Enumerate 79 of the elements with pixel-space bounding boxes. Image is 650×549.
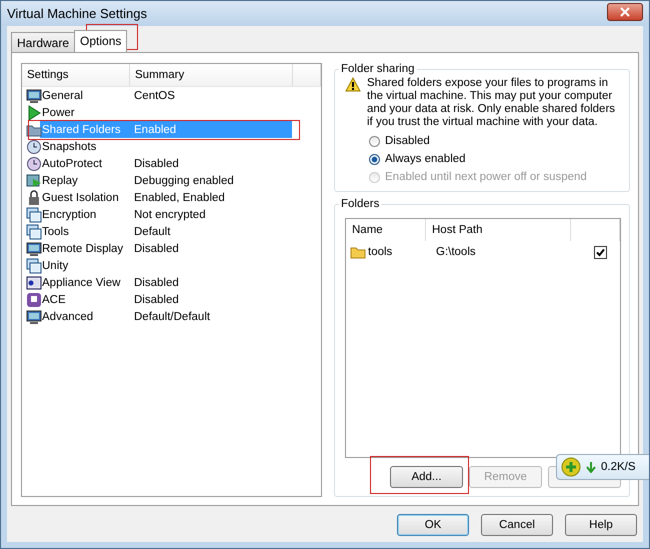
- settings-item-icon: [26, 240, 42, 256]
- group-title: Folders: [340, 198, 380, 210]
- setting-summary: Default: [134, 226, 170, 238]
- close-button[interactable]: [607, 2, 643, 20]
- settings-row[interactable]: Appliance View Disabled: [22, 274, 321, 291]
- column-header[interactable]: Settings: [22, 64, 130, 86]
- warning-text: Shared folders expose your files to programs in the virtual machine. This may put your computer and your data at risk. Only enable shared folders if you trust the virtual machine with your data.: [367, 77, 616, 129]
- setting-summary: CentOS: [134, 90, 175, 102]
- settings-row[interactable]: Encryption Not encrypted: [22, 206, 321, 223]
- clock-icon: [26, 138, 42, 154]
- settings-row[interactable]: Snapshots: [22, 138, 321, 155]
- settings-row[interactable]: Power: [22, 104, 321, 121]
- settings-row[interactable]: Guest Isolation Enabled, Enabled: [22, 189, 321, 206]
- dialog-button[interactable]: Cancel: [481, 514, 553, 536]
- settings-item-icon: [26, 224, 42, 240]
- tab[interactable]: Hardware: [11, 32, 76, 52]
- radio-button[interactable]: [369, 154, 380, 164]
- checkmark-icon: [596, 248, 605, 256]
- setting-name: Encryption: [42, 208, 98, 220]
- close-icon: [620, 6, 630, 16]
- settings-item-icon: [26, 206, 42, 222]
- setting-summary: Debugging enabled: [134, 174, 234, 186]
- setting-name: Guest Isolation: [42, 192, 120, 204]
- column-header[interactable]: Summary: [130, 64, 293, 86]
- dialog-button[interactable]: Help: [565, 514, 637, 536]
- host-path: G:\tools: [435, 246, 477, 258]
- settings-item-icon: [26, 88, 42, 104]
- settings-row[interactable]: AutoProtect Disabled: [22, 155, 321, 172]
- setting-name: Power: [42, 106, 76, 118]
- setting-name: Replay: [42, 174, 79, 186]
- settings-item-icon: [26, 308, 42, 324]
- setting-summary: Enabled, Enabled: [134, 192, 225, 204]
- download-speed: 0.2K/S: [601, 461, 636, 473]
- settings-row[interactable]: General CentOS: [22, 87, 321, 104]
- setting-summary: Enabled: [134, 124, 176, 136]
- setting-summary: Default/Default: [134, 310, 210, 322]
- setting-name: Snapshots: [42, 140, 98, 152]
- checkbox[interactable]: [594, 246, 607, 258]
- settings-row[interactable]: Tools Default: [22, 223, 321, 240]
- setting-name: Tools: [42, 226, 70, 238]
- setting-summary: Disabled: [134, 294, 179, 306]
- setting-name: Appliance View: [42, 276, 122, 288]
- settings-row[interactable]: Remote Display Disabled: [22, 240, 321, 257]
- dialog-button[interactable]: OK: [397, 514, 469, 536]
- warning-icon: [345, 77, 361, 92]
- settings-row[interactable]: ACE Disabled: [22, 291, 321, 308]
- setting-summary: Not encrypted: [134, 208, 206, 220]
- setting-name: Unity: [42, 260, 70, 272]
- settings-row[interactable]: Unity: [22, 257, 321, 274]
- settings-row[interactable]: Advanced Default/Default: [22, 308, 321, 325]
- settings-item-icon: [26, 156, 42, 172]
- setting-name: AutoProtect: [42, 158, 104, 170]
- window-title: Virtual Machine Settings: [7, 6, 147, 21]
- settings-item-icon: [26, 292, 42, 308]
- settings-row[interactable]: Replay Debugging enabled: [22, 172, 321, 189]
- lock-icon: [26, 190, 42, 206]
- settings-item-icon: [26, 258, 42, 274]
- column-header[interactable]: Name: [346, 219, 426, 241]
- radio-button[interactable]: [369, 136, 380, 146]
- column-header[interactable]: Host Path: [426, 219, 571, 241]
- setting-summary: Disabled: [134, 242, 179, 254]
- folder-row[interactable]: tools G:\tools: [346, 241, 620, 263]
- setting-summary: Disabled: [134, 158, 179, 170]
- setting-name: Advanced: [42, 310, 94, 322]
- setting-name: ACE: [42, 294, 67, 306]
- download-arrow-icon: [586, 461, 596, 473]
- folder-button[interactable]: Add...: [390, 466, 463, 488]
- settings-item-icon: [26, 172, 42, 188]
- radio-option[interactable]: Always enabled: [369, 153, 621, 165]
- plus-icon: [561, 457, 581, 477]
- group-title: Folder sharing: [340, 63, 416, 75]
- setting-name: General: [42, 90, 84, 102]
- radio-option[interactable]: Disabled: [369, 135, 621, 147]
- setting-summary: Disabled: [134, 276, 179, 288]
- tab[interactable]: Options: [74, 30, 128, 52]
- setting-name: Remote Display: [42, 242, 124, 254]
- settings-item-icon: [26, 274, 42, 290]
- folder-icon: [350, 246, 366, 258]
- folder-name: tools: [368, 246, 392, 258]
